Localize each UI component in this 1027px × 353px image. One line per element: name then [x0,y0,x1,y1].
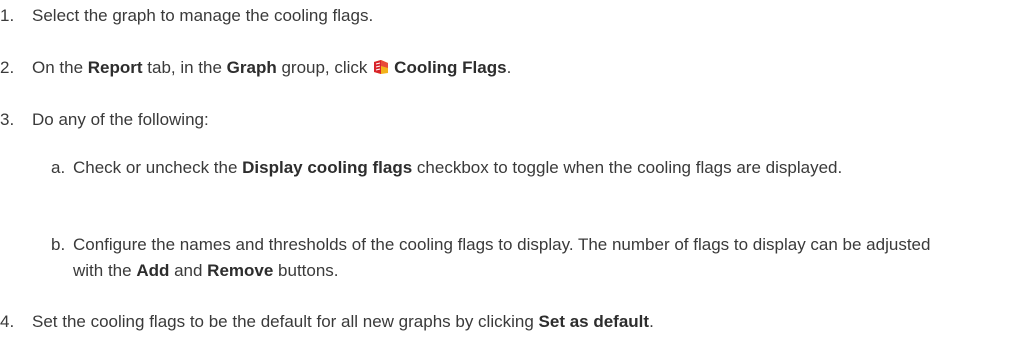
step-4-text-a: Set the cooling flags to be the default … [32,312,539,331]
substep-b-text: Configure the names and thresholds of th… [73,232,953,284]
substep-a: a. Check or uncheck the Display cooling f… [51,155,953,181]
cooling-flags-label: Cooling Flags [394,58,507,77]
substep-b: b. Configure the names and thresholds of … [51,232,953,284]
step-4-text-b: . [649,312,654,331]
step-1: 1. Select the graph to manage the cooling… [0,3,373,29]
step-3: 3. Do any of the following: [0,107,209,133]
step-4-number: 4. [0,312,15,331]
display-cooling-flags-label: Display cooling flags [242,158,413,177]
substep-a-text-b: checkbox to toggle when the cooling flag… [412,158,843,177]
add-button-label: Add [136,261,170,280]
substep-b-letter: b. [51,235,66,254]
substep-b-text-c: buttons. [273,261,339,280]
step-1-number: 1. [0,6,15,25]
report-tab-label: Report [87,58,143,77]
set-as-default-label: Set as default [538,312,650,331]
step-2-text-b: tab, in the [142,58,227,77]
step-1-text: Select the graph to manage the cooling f… [32,6,374,25]
step-2-number: 2. [0,58,15,77]
substep-a-text-a: Check or uncheck the [73,158,243,177]
step-2-text-d: . [506,58,512,77]
step-3-number: 3. [0,110,15,129]
step-3-text: Do any of the following: [32,110,209,129]
step-2-text-c: group, click [276,58,373,77]
substep-a-text: Check or uncheck the Display cooling fla… [73,155,953,181]
graph-group-label: Graph [226,58,277,77]
step-2: 2. On the Report tab, in the Graph group,… [0,55,511,81]
step-2-text-a: On the [32,58,88,77]
cooling-flags-icon [372,58,390,76]
substep-b-text-b: and [169,261,208,280]
substep-a-letter: a. [51,158,66,177]
step-4: 4. Set the cooling flags to be the defaul… [0,309,654,335]
remove-button-label: Remove [207,261,274,280]
